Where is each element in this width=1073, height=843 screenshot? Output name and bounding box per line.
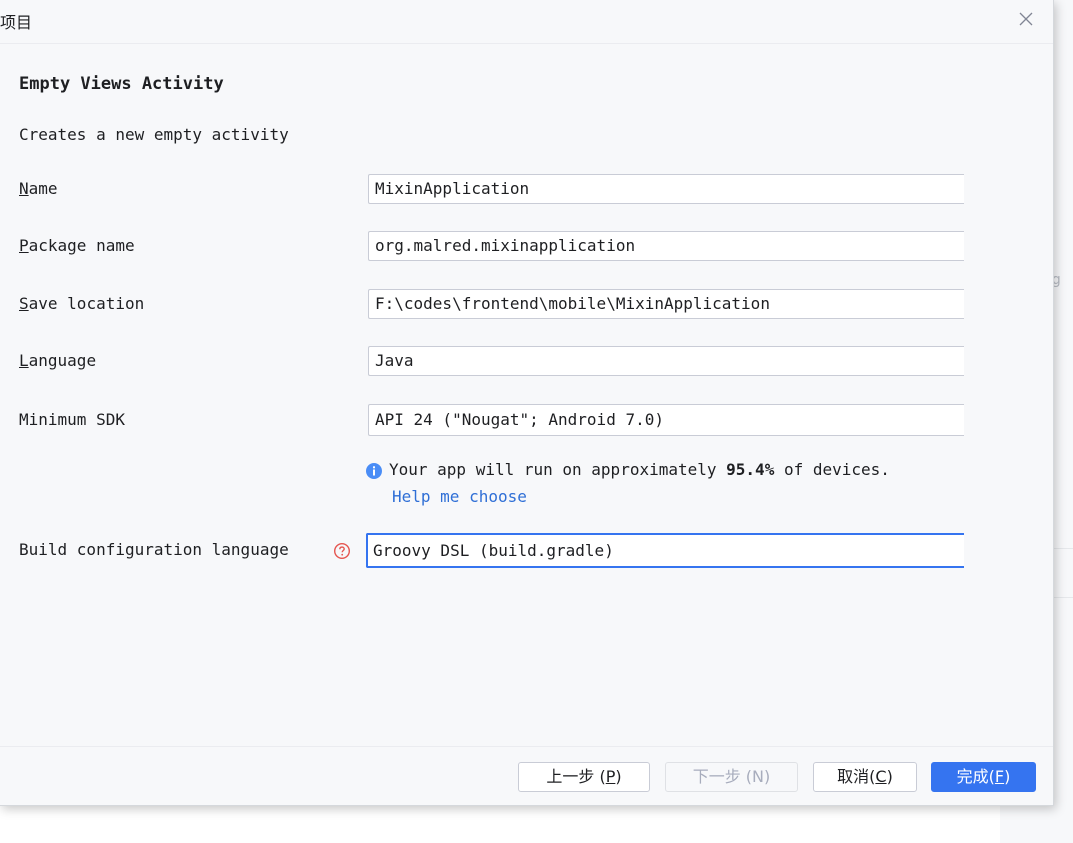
minimum-sdk-dropdown[interactable]: API 24 ("Nougat"; Android 7.0) <box>368 404 964 436</box>
dialog-titlebar: 建项目 <box>0 0 1053 44</box>
minimum-sdk-label: Minimum SDK <box>19 410 125 429</box>
next-button[interactable]: 下一步 (N) <box>665 762 798 792</box>
sdk-coverage-percent: 95.4% <box>726 460 775 479</box>
dialog-title: 建项目 <box>0 13 33 32</box>
cancel-button[interactable]: 取消(C) <box>813 762 917 792</box>
background-divider <box>1054 548 1073 549</box>
new-project-dialog: 建项目 Empty Views Activity Creates a new e… <box>0 0 1054 806</box>
package-name-label: Package name <box>19 236 135 255</box>
finish-button[interactable]: 完成(F) <box>931 762 1036 792</box>
previous-button[interactable]: 上一步 (P) <box>518 762 650 792</box>
help-icon[interactable] <box>333 542 351 560</box>
help-me-choose-link[interactable]: Help me choose <box>392 487 527 506</box>
template-name: Empty Views Activity <box>19 74 224 94</box>
build-config-label: Build configuration language <box>19 540 289 559</box>
background-divider <box>1054 597 1073 598</box>
sdk-coverage-text: Your app will run on approximately 95.4%… <box>389 460 890 479</box>
save-location-input[interactable]: F:\codes\frontend\mobile\MixinApplicatio… <box>368 289 964 319</box>
save-location-label: Save location <box>19 294 145 313</box>
name-label: Name <box>19 179 58 198</box>
package-name-input[interactable]: org.malred.mixinapplication <box>368 231 964 261</box>
template-description: Creates a new empty activity <box>19 125 289 144</box>
info-icon <box>366 463 382 479</box>
name-input[interactable]: MixinApplication <box>368 174 964 204</box>
close-icon[interactable] <box>1016 9 1036 29</box>
language-label: Language <box>19 351 97 370</box>
build-config-dropdown[interactable]: Groovy DSL (build.gradle) <box>366 533 964 568</box>
language-dropdown[interactable]: Java <box>368 346 964 376</box>
